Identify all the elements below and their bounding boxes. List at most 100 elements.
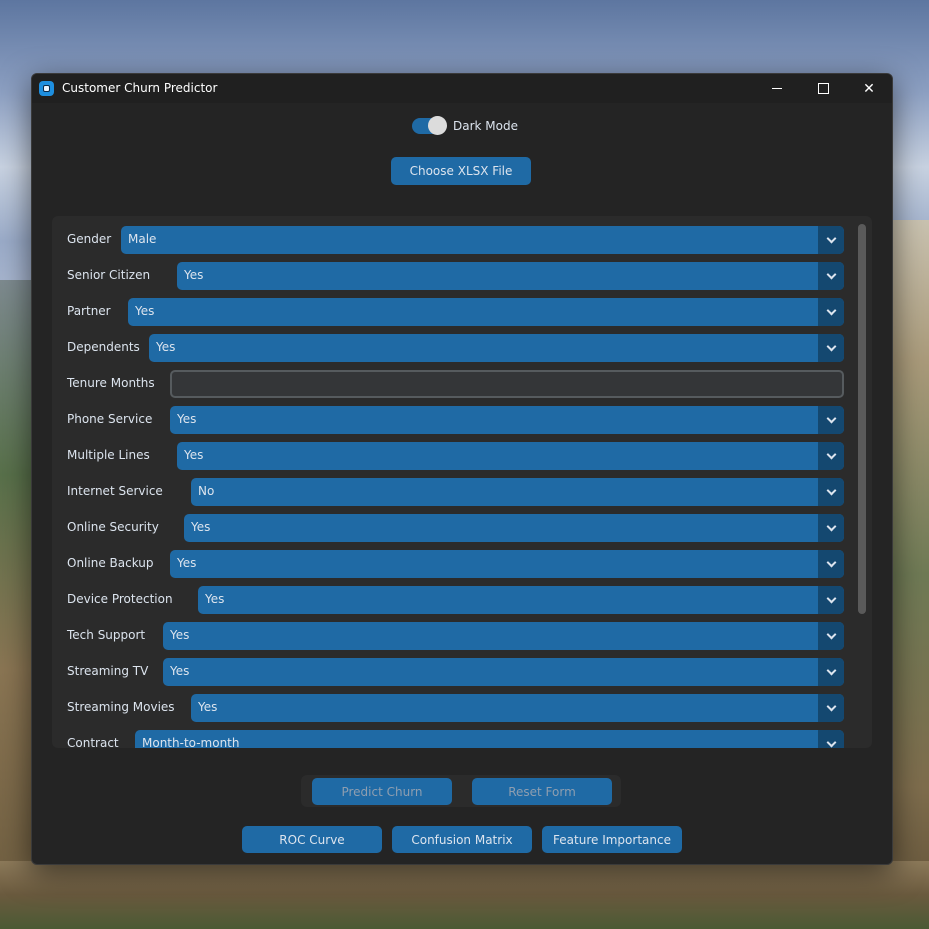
chevron-down-icon [826,629,836,640]
dropdown-value: Yes [191,520,211,534]
dropdown-arrow-button[interactable] [818,262,844,290]
dropdown-arrow-button[interactable] [818,550,844,578]
dropdown-arrow-button[interactable] [818,406,844,434]
window-title: Customer Churn Predictor [62,81,218,95]
form-row: Multiple Lines Yes [52,442,852,470]
field-label: Senior Citizen [67,268,151,282]
form-row: Streaming TV Yes [52,658,852,686]
dropdown-value: Yes [170,628,190,642]
form-row: Senior Citizen Yes [52,262,852,290]
dropdown-arrow-button[interactable] [818,586,844,614]
dark-mode-switch[interactable] [412,116,447,135]
desktop-wallpaper-right [889,220,929,929]
form-row: Online Backup Yes [52,550,852,578]
field-dropdown[interactable]: Yes [163,658,844,686]
feature-importance-button[interactable]: Feature Importance [542,826,682,853]
dropdown-arrow-button[interactable] [818,694,844,722]
confusion-matrix-button[interactable]: Confusion Matrix [392,826,532,853]
field-label: Multiple Lines [67,448,150,462]
close-icon: ✕ [863,80,875,97]
field-dropdown[interactable]: Yes [198,586,844,614]
dropdown-value: No [198,484,215,498]
choose-file-button[interactable]: Choose XLSX File [391,157,531,185]
field-dropdown[interactable]: Yes [191,694,844,722]
chevron-down-icon [826,305,836,316]
form-row: Phone Service Yes [52,406,852,434]
field-label: Online Security [67,520,159,534]
field-label: Gender [67,232,112,246]
chevron-down-icon [826,557,836,568]
form-row: Dependents Yes [52,334,852,362]
dropdown-arrow-button[interactable] [818,622,844,650]
dropdown-arrow-button[interactable] [818,478,844,506]
minimize-icon [772,88,782,89]
dropdown-value: Yes [184,448,204,462]
field-dropdown[interactable]: Yes [177,262,844,290]
scrollbar-thumb[interactable] [858,224,866,614]
tenure-months-input[interactable] [170,370,844,398]
chevron-down-icon [826,521,836,532]
field-label: Dependents [67,340,140,354]
field-dropdown[interactable]: Month-to-month [135,730,844,748]
field-dropdown[interactable]: Yes [184,514,844,542]
chevron-down-icon [826,701,836,712]
field-dropdown[interactable]: Yes [170,406,844,434]
chevron-down-icon [826,665,836,676]
close-button[interactable]: ✕ [846,74,892,103]
dropdown-value: Yes [198,700,218,714]
field-label: Internet Service [67,484,163,498]
dropdown-arrow-button[interactable] [818,442,844,470]
field-label: Online Backup [67,556,154,570]
desktop-wallpaper-bottom [0,861,929,929]
form-row: Partner Yes [52,298,852,326]
field-label: Streaming Movies [67,700,175,714]
reset-form-button[interactable]: Reset Form [472,778,612,805]
field-label: Partner [67,304,111,318]
dropdown-arrow-button[interactable] [818,298,844,326]
chevron-down-icon [826,413,836,424]
form-row: Online Security Yes [52,514,852,542]
field-label: Tenure Months [67,376,155,390]
dropdown-value: Yes [170,664,190,678]
field-dropdown[interactable]: Yes [128,298,844,326]
dropdown-arrow-button[interactable] [818,334,844,362]
title-bar[interactable]: Customer Churn Predictor ✕ [32,74,892,103]
chevron-down-icon [826,449,836,460]
dropdown-arrow-button[interactable] [818,514,844,542]
dropdown-value: Yes [184,268,204,282]
maximize-icon [817,83,829,94]
form-scrollbar[interactable] [858,224,866,740]
form-row: Streaming Movies Yes [52,694,852,722]
dropdown-value: Yes [177,556,197,570]
field-label: Phone Service [67,412,153,426]
dropdown-arrow-button[interactable] [818,226,844,254]
predict-churn-button[interactable]: Predict Churn [312,778,452,805]
roc-curve-button[interactable]: ROC Curve [242,826,382,853]
switch-knob[interactable] [428,116,447,135]
field-dropdown[interactable]: No [191,478,844,506]
dropdown-value: Month-to-month [142,736,240,748]
field-dropdown[interactable]: Yes [177,442,844,470]
dark-mode-toggle-row: Dark Mode [412,116,518,136]
field-dropdown[interactable]: Yes [163,622,844,650]
dropdown-value: Yes [156,340,176,354]
field-label: Streaming TV [67,664,149,678]
dropdown-arrow-button[interactable] [818,658,844,686]
form-row: Tenure Months [52,370,852,398]
dropdown-value: Male [128,232,157,246]
app-window: Customer Churn Predictor ✕ Dark Mode Cho… [31,73,893,865]
chevron-down-icon [826,737,836,748]
field-dropdown[interactable]: Male [121,226,844,254]
dropdown-value: Yes [177,412,197,426]
maximize-button[interactable] [800,74,846,103]
chevron-down-icon [826,485,836,496]
form-row: Internet Service No [52,478,852,506]
field-label: Contract [67,736,119,748]
dark-mode-label: Dark Mode [453,119,518,133]
minimize-button[interactable] [754,74,800,103]
field-dropdown[interactable]: Yes [149,334,844,362]
dropdown-arrow-button[interactable] [818,730,844,748]
form-row: Tech Support Yes [52,622,852,650]
app-icon [39,81,54,96]
field-dropdown[interactable]: Yes [170,550,844,578]
